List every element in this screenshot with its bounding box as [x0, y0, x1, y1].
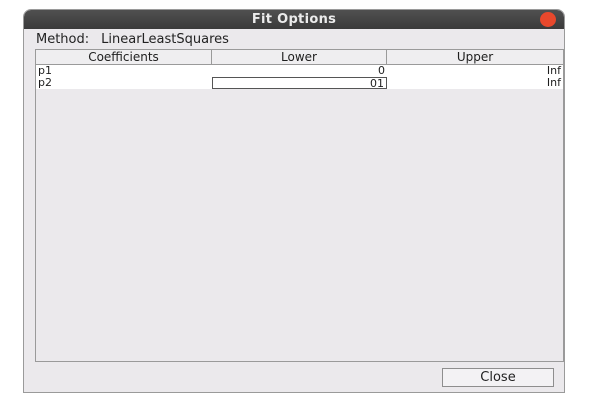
- method-value: LinearLeastSquares: [101, 32, 229, 47]
- fit-options-window: Fit Options Method: LinearLeastSquares Co…: [24, 10, 564, 392]
- method-label: Method:: [36, 32, 90, 47]
- method-row: Method: LinearLeastSquares: [36, 31, 229, 49]
- table-header: Coefficients Lower Upper: [36, 50, 563, 65]
- table-row[interactable]: p2 01 Inf: [36, 77, 563, 89]
- header-upper[interactable]: Upper: [387, 50, 563, 64]
- lower-bound-edit-field[interactable]: 01: [212, 77, 387, 89]
- close-button[interactable]: Close: [442, 368, 554, 387]
- window-close-icon[interactable]: [540, 12, 556, 27]
- header-lower[interactable]: Lower: [212, 50, 387, 64]
- coefficient-cell: p2: [38, 77, 52, 89]
- header-coefficients[interactable]: Coefficients: [36, 50, 212, 64]
- upper-bound-cell[interactable]: Inf: [387, 77, 563, 89]
- table-row[interactable]: p1 0 Inf: [36, 65, 563, 77]
- window-title: Fit Options: [251, 12, 337, 27]
- coefficients-table: Coefficients Lower Upper p1 0 Inf p2 01 …: [35, 49, 564, 362]
- upper-bound-cell[interactable]: Inf: [387, 65, 563, 77]
- lower-bound-cell[interactable]: 0: [212, 65, 387, 77]
- coefficient-cell: p1: [38, 65, 52, 77]
- table-body: p1 0 Inf p2 01 Inf: [36, 65, 563, 89]
- title-bar[interactable]: Fit Options: [24, 10, 564, 29]
